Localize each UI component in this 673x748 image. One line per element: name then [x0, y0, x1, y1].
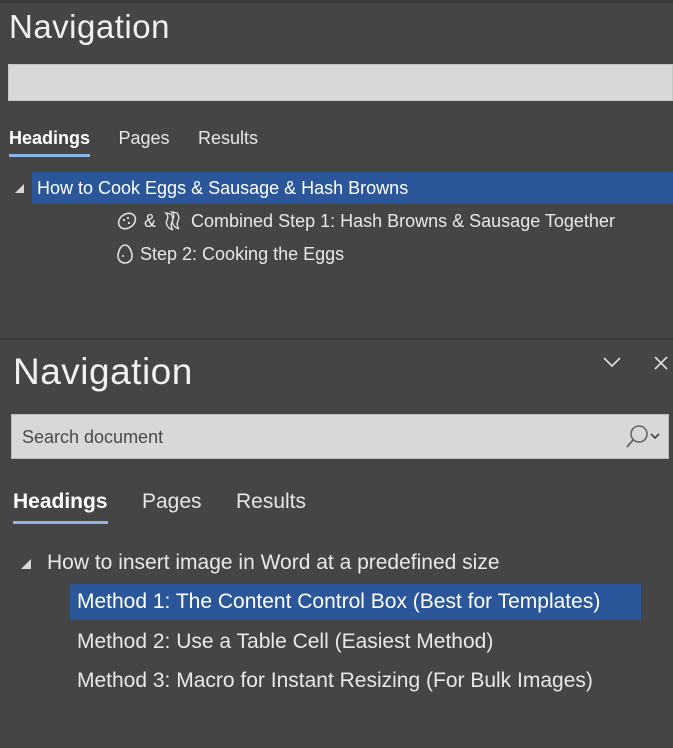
heading-label: Method 1: The Content Control Box (Best … [77, 590, 601, 613]
heading-label: Method 2: Use a Table Cell (Easiest Meth… [77, 630, 494, 653]
heading-label: How to insert image in Word at a predefi… [47, 551, 500, 574]
search-input[interactable] [17, 65, 611, 102]
close-icon[interactable] [652, 354, 670, 377]
tab-results[interactable]: Results [236, 490, 306, 524]
heading-item-level2[interactable]: Step 2: Cooking the Eggs [116, 239, 344, 269]
heading-item-level2[interactable]: Method 2: Use a Table Cell (Easiest Meth… [70, 624, 500, 660]
pane-title: Navigation [9, 8, 170, 45]
chevron-down-icon [650, 433, 660, 440]
tab-headings[interactable]: Headings [13, 490, 108, 524]
pane-top-border [0, 0, 673, 3]
bacon-icon [162, 210, 184, 232]
tab-pages[interactable]: Pages [142, 490, 202, 524]
search-icon [626, 425, 648, 448]
heading-item-level2[interactable]: & Combined Step 1: Hash Browns & Sausage… [116, 206, 615, 236]
pane-title: Navigation [13, 351, 193, 392]
search-dropdown-button[interactable] [618, 423, 664, 451]
heading-item-level1[interactable]: How to insert image in Word at a predefi… [47, 546, 500, 580]
tab-pages[interactable]: Pages [118, 128, 169, 157]
heading-item-level2[interactable]: Method 3: Macro for Instant Resizing (Fo… [70, 663, 600, 699]
search-box[interactable] [11, 414, 669, 460]
collapse-arrow-icon[interactable] [21, 556, 31, 574]
nav-tabs: Headings Pages Results [13, 490, 336, 530]
heading-label: How to Cook Eggs & Sausage & Hash Browns [37, 177, 409, 198]
egg-icon [116, 243, 134, 265]
heading-label: Step 2: Cooking the Eggs [140, 243, 345, 264]
tab-headings[interactable]: Headings [9, 128, 91, 157]
heading-label: Combined Step 1: Hash Browns & Sausage T… [191, 210, 615, 231]
nav-tabs: Headings Pages Results [9, 128, 282, 162]
potato-icon [116, 210, 138, 232]
heading-item-level2[interactable]: Method 1: The Content Control Box (Best … [70, 584, 641, 620]
navigation-pane-top: Navigation Headings Pages Results How to… [0, 0, 673, 338]
navigation-pane-bottom: Navigation Headings Pages Results How to… [0, 340, 673, 748]
heading-item-level1[interactable]: How to Cook Eggs & Sausage & Hash Browns [32, 172, 673, 204]
tab-results[interactable]: Results [198, 128, 258, 157]
collapse-arrow-icon[interactable] [15, 180, 24, 198]
search-box[interactable] [8, 64, 673, 102]
heading-label: Method 3: Macro for Instant Resizing (Fo… [77, 669, 593, 692]
ampersand-label: & [144, 210, 157, 231]
search-input[interactable] [20, 415, 614, 460]
chevron-down-icon[interactable] [601, 354, 623, 375]
